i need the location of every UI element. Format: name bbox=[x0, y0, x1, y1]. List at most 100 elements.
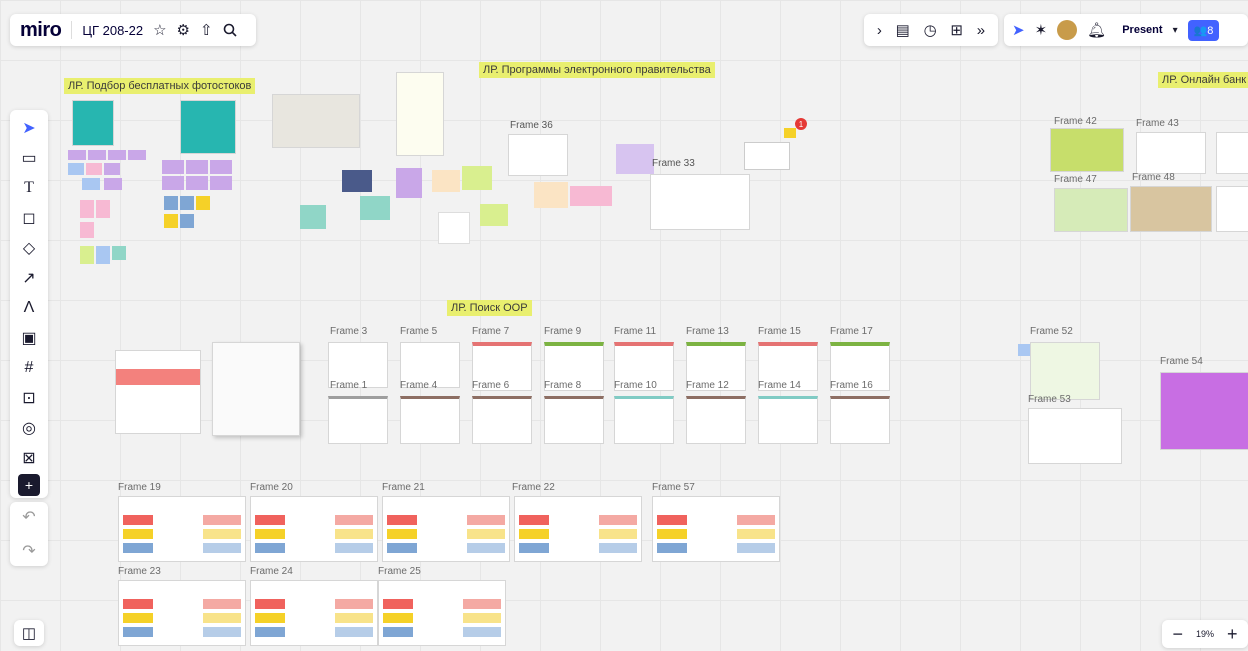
redo-icon[interactable]: ↷ bbox=[15, 537, 43, 565]
frame-1[interactable] bbox=[328, 396, 388, 444]
frame-label[interactable]: Frame 9 bbox=[544, 326, 581, 337]
frame-52[interactable] bbox=[1030, 342, 1100, 400]
frame-label[interactable]: Frame 52 bbox=[1030, 326, 1073, 337]
cursor-visibility-icon[interactable]: ➤ bbox=[1012, 21, 1025, 39]
search-icon[interactable] bbox=[223, 23, 237, 37]
board-canvas[interactable]: ЛР. Подбор бесплатных фотостоков ЛР. Про… bbox=[0, 0, 1248, 651]
sticky-note[interactable] bbox=[480, 204, 508, 226]
frame-16[interactable] bbox=[830, 396, 890, 444]
sticky-note[interactable] bbox=[570, 186, 612, 206]
sticky-note[interactable] bbox=[96, 246, 110, 264]
frame-33[interactable] bbox=[650, 174, 750, 230]
board-image[interactable] bbox=[72, 100, 114, 146]
section-label-bank[interactable]: ЛР. Онлайн банк bbox=[1158, 72, 1248, 88]
shapes-tool-icon[interactable]: ◇ bbox=[15, 234, 43, 262]
frame-label[interactable]: Frame 13 bbox=[686, 326, 729, 337]
board-image[interactable] bbox=[438, 212, 470, 244]
frame-label[interactable]: Frame 21 bbox=[382, 482, 425, 493]
frame-4[interactable] bbox=[400, 396, 460, 444]
frame-label[interactable]: Frame 33 bbox=[652, 158, 695, 169]
frame-23[interactable] bbox=[118, 580, 246, 646]
frame-label[interactable]: Frame 14 bbox=[758, 380, 801, 391]
frame-label[interactable]: Frame 11 bbox=[614, 326, 656, 337]
frame-54[interactable] bbox=[1160, 372, 1248, 450]
sticky-note[interactable] bbox=[80, 222, 94, 238]
frame-label[interactable]: Frame 42 bbox=[1054, 116, 1097, 127]
frame-label[interactable]: Frame 25 bbox=[378, 566, 421, 577]
zoom-in-button[interactable]: + bbox=[1227, 624, 1238, 645]
sticky-note[interactable] bbox=[88, 150, 106, 160]
sticky-note[interactable] bbox=[68, 150, 86, 160]
frame-label[interactable]: Frame 3 bbox=[330, 326, 367, 337]
timer-icon[interactable]: ◷ bbox=[924, 21, 937, 39]
upload-icon[interactable]: ⇧ bbox=[200, 21, 213, 39]
section-label-photostock[interactable]: ЛР. Подбор бесплатных фотостоков bbox=[64, 78, 256, 94]
sticky-note[interactable] bbox=[186, 160, 208, 174]
frame-label[interactable]: Frame 23 bbox=[118, 566, 161, 577]
frame-label[interactable]: Frame 7 bbox=[472, 326, 509, 337]
frame-label[interactable]: Frame 24 bbox=[250, 566, 293, 577]
frame-25[interactable] bbox=[378, 580, 506, 646]
sticky-note[interactable] bbox=[300, 205, 326, 229]
sticky-note[interactable] bbox=[360, 196, 390, 220]
frame-label[interactable]: Frame 1 bbox=[330, 380, 367, 391]
template-tool-icon[interactable]: ▭ bbox=[15, 144, 43, 172]
board-image[interactable] bbox=[180, 100, 236, 154]
sticky-note[interactable] bbox=[104, 163, 120, 175]
frame-label[interactable]: Frame 4 bbox=[400, 380, 437, 391]
frame-label[interactable]: Frame 53 bbox=[1028, 394, 1071, 405]
comment-tool-icon[interactable]: ▣ bbox=[15, 324, 43, 352]
frame-22[interactable] bbox=[514, 496, 642, 562]
sticky-note[interactable] bbox=[534, 182, 568, 208]
frame-tool-icon[interactable]: # bbox=[15, 354, 43, 382]
apps-tool-icon[interactable]: ◎ bbox=[15, 414, 43, 442]
frame-label[interactable]: Frame 17 bbox=[830, 326, 873, 337]
sticky-note[interactable] bbox=[68, 163, 84, 175]
sticky-note[interactable] bbox=[396, 168, 422, 198]
add-frame-icon[interactable]: ⊞ bbox=[950, 21, 963, 39]
frame-label[interactable]: Frame 15 bbox=[758, 326, 801, 337]
sticky-note[interactable] bbox=[104, 178, 122, 190]
frame-label[interactable]: Frame 5 bbox=[400, 326, 437, 337]
sticky-note[interactable] bbox=[196, 196, 210, 210]
miro-logo[interactable]: miro bbox=[20, 19, 62, 42]
frame-48[interactable] bbox=[1130, 186, 1212, 232]
frame-label[interactable]: Frame 16 bbox=[830, 380, 873, 391]
frame-6[interactable] bbox=[472, 396, 532, 444]
text-tool-icon[interactable]: T bbox=[15, 174, 43, 202]
board-image[interactable] bbox=[212, 342, 300, 436]
frame-43[interactable] bbox=[1136, 132, 1206, 174]
bell-icon[interactable]: 🔔︎ bbox=[1087, 21, 1106, 39]
frame-label[interactable]: Frame 19 bbox=[118, 482, 161, 493]
zoom-level[interactable]: 19% bbox=[1196, 629, 1214, 639]
frame-12[interactable] bbox=[686, 396, 746, 444]
add-apps-icon[interactable]: + bbox=[18, 474, 40, 496]
sticky-note[interactable] bbox=[80, 200, 94, 218]
sticky-note[interactable] bbox=[80, 246, 94, 264]
sticky-note-tool-icon[interactable]: ◻ bbox=[15, 204, 43, 232]
frame-label[interactable]: Frame 6 bbox=[472, 380, 509, 391]
frame-53[interactable] bbox=[1028, 408, 1122, 464]
sticky-note[interactable] bbox=[86, 163, 102, 175]
board-image[interactable] bbox=[272, 94, 360, 148]
board-name[interactable]: ЦГ 208-22 bbox=[82, 23, 143, 38]
board-image[interactable] bbox=[342, 170, 372, 192]
avatar[interactable] bbox=[1057, 20, 1078, 40]
export-tool-icon[interactable]: ⊠ bbox=[15, 444, 43, 472]
sticky-note[interactable] bbox=[112, 246, 126, 260]
frame-label[interactable]: Frame 10 bbox=[614, 380, 657, 391]
sticky-note[interactable] bbox=[162, 160, 184, 174]
frame-label[interactable]: Frame 12 bbox=[686, 380, 729, 391]
frame[interactable] bbox=[1216, 186, 1248, 232]
chevron-down-icon[interactable]: ▾ bbox=[1173, 25, 1178, 36]
section-label-egov[interactable]: ЛР. Программы электронного правительства bbox=[479, 62, 715, 78]
frame-42[interactable] bbox=[1050, 128, 1124, 172]
select-tool-icon[interactable]: ➤ bbox=[15, 114, 43, 142]
notes-icon[interactable]: ▤ bbox=[896, 21, 910, 39]
section-label-oer[interactable]: ЛР. Поиск ООР bbox=[447, 300, 532, 316]
board-image[interactable] bbox=[115, 350, 201, 434]
sticky-note[interactable] bbox=[186, 176, 208, 190]
sticky-note[interactable] bbox=[164, 214, 178, 228]
frame-47[interactable] bbox=[1054, 188, 1128, 232]
frame-19[interactable] bbox=[118, 496, 246, 562]
